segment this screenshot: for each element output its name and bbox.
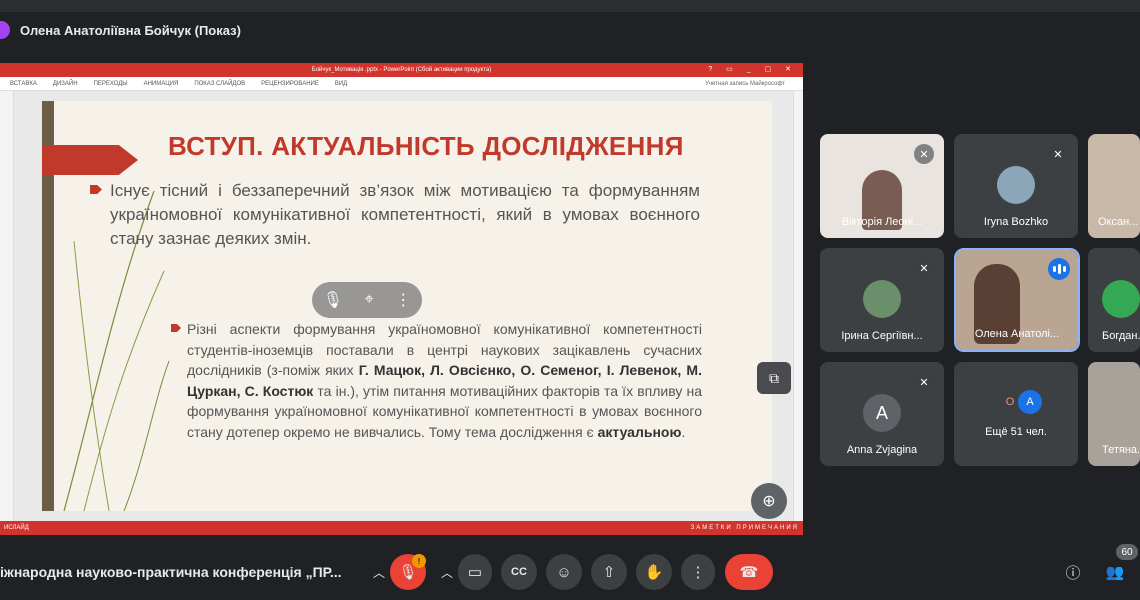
slide-paragraph: Існує тісний і беззаперечний зв’язок між… <box>90 179 700 251</box>
ppt-window-title: Бойчук_Мотивація .pptx - PowerPoint (Сбо… <box>311 67 492 73</box>
paragraph-text: Існує тісний і беззаперечний зв’язок між… <box>110 181 700 248</box>
zoom-icon: ⊕ <box>762 493 776 510</box>
meeting-title: іжнародна науково-практична конференція … <box>0 564 342 580</box>
ribbon-tab: ДИЗАЙН <box>52 80 78 87</box>
ppt-scrollbar <box>793 91 803 521</box>
people-icon: 👥 <box>1105 564 1125 581</box>
participant-tile[interactable]: ✕ A Anna Zvjagina <box>820 362 944 466</box>
ribbon-tab: РЕЦЕНЗИРОВАНИЕ <box>261 80 319 87</box>
chevron-up-icon[interactable]: ︿ <box>366 554 392 590</box>
ribbon-tab: ПОКАЗ СЛАЙДОВ <box>194 80 246 87</box>
more-participants-label: Ещё 51 чел. <box>985 426 1047 438</box>
avatar-letter: A <box>863 394 901 432</box>
emoji-icon: ☺ <box>556 563 572 581</box>
reactions-button[interactable]: ☺ <box>546 554 582 590</box>
sub-bold-end: актуальною <box>597 423 682 440</box>
presenter-bar: Олена Анатоліївна Бойчук (Показ) <box>0 13 1140 47</box>
more-vert-icon: ⋮ <box>690 564 706 581</box>
mic-off-icon[interactable]: 🎙 <box>323 290 343 310</box>
meeting-details-button[interactable]: ⓘ <box>1058 554 1088 590</box>
more-vert-icon[interactable]: ⋮ <box>395 290 411 310</box>
mic-off-icon: ✕ <box>914 372 934 392</box>
avatar-o: O <box>1005 396 1015 408</box>
presenter-tile-controls[interactable]: 🎙 ⌖ ⋮ <box>312 282 422 318</box>
avatar <box>1102 280 1140 318</box>
bullet-icon <box>171 324 181 332</box>
more-participants-tile[interactable]: O A Ещё 51 чел. <box>954 362 1078 466</box>
presenter-name: Олена Анатоліївна Бойчук (Показ) <box>20 22 241 38</box>
pin-off-icon[interactable]: ⌖ <box>365 291 374 309</box>
participant-tile[interactable]: ✕ Ірина Сергіївн... <box>820 248 944 352</box>
slide-title: ВСТУП. АКТУАЛЬНІСТЬ ДОСЛІДЖЕННЯ <box>168 131 684 161</box>
picture-in-picture-button[interactable]: ⧉ <box>757 362 791 394</box>
participant-name: Anna Zvjagina <box>846 444 918 456</box>
camera-icon: ▭ <box>467 564 483 581</box>
zoom-button[interactable]: ⊕ <box>751 483 787 519</box>
participant-name: Iryna Bozhko <box>983 216 1049 228</box>
hang-up-icon: ☎ <box>739 564 759 581</box>
sub-text-3: . <box>681 423 686 440</box>
ribbon-tab: ВСТАВКА <box>10 80 37 87</box>
ribbon-tab: ВИД <box>334 80 348 87</box>
ppt-ribbon: ВСТАВКА ДИЗАЙН ПЕРЕХОДЫ АНИМАЦИЯ ПОКАЗ С… <box>0 77 803 91</box>
participant-name: Олена Анатолі... <box>974 328 1060 340</box>
presenter-indicator <box>0 21 10 39</box>
pip-icon: ⧉ <box>769 369 779 386</box>
top-strip <box>0 0 1140 12</box>
leave-call-button[interactable]: ☎ <box>725 554 773 590</box>
title-arrow <box>42 145 138 175</box>
participant-name: Тетяна... <box>1102 444 1140 456</box>
participant-tile[interactable]: Тетяна... <box>1088 362 1140 466</box>
participant-tile[interactable]: Богдан... <box>1088 248 1140 352</box>
participant-name: Ірина Сергіївн... <box>841 330 923 342</box>
ppt-titlebar: Бойчук_Мотивація .pptx - PowerPoint (Сбо… <box>0 63 803 77</box>
people-count-badge: 60 <box>1116 544 1138 560</box>
participant-name: Оксан... <box>1098 216 1139 228</box>
ppt-account: Учетная запись Майкрософт <box>705 80 785 87</box>
mic-off-icon: ✕ <box>1048 144 1068 164</box>
avatar <box>997 166 1035 204</box>
mic-off-icon: ✕ <box>914 144 934 164</box>
avatar-letter: A <box>1018 390 1042 414</box>
present-button[interactable]: ⇧ <box>591 554 627 590</box>
ribbon-tab: ПЕРЕХОДЫ <box>93 80 128 87</box>
avatar-a: A <box>1026 396 1034 408</box>
participant-tile[interactable]: ✕ Iryna Bozhko <box>954 134 1078 238</box>
avatar <box>863 280 901 318</box>
hand-icon: ✋ <box>644 564 664 581</box>
captions-button[interactable]: CC <box>501 554 537 590</box>
ppt-thumbnails <box>0 91 14 521</box>
more-options-button[interactable]: ⋮ <box>681 554 715 590</box>
ribbon-tab: АНИМАЦИЯ <box>143 80 179 87</box>
mic-off-icon: ✕ <box>914 258 934 278</box>
status-right: ЗАМЕТКИ ПРИМЕЧАНИЯ <box>690 525 799 531</box>
captions-icon: CC <box>511 566 527 578</box>
raise-hand-button[interactable]: ✋ <box>636 554 672 590</box>
info-icon: ⓘ <box>1065 564 1081 582</box>
mic-warning-badge: ! <box>412 554 426 568</box>
camera-button[interactable]: ▭ <box>458 554 492 590</box>
speaking-indicator-icon <box>1048 258 1070 280</box>
ppt-statusbar: ИСЛАЙД ЗАМЕТКИ ПРИМЕЧАНИЯ <box>0 521 803 535</box>
participant-tile[interactable]: Оксан... <box>1088 134 1140 238</box>
slide-subparagraph: Різні аспекти формування україномовної к… <box>171 319 702 442</box>
chevron-up-icon[interactable]: ︿ <box>434 554 460 590</box>
meeting-controls-bar: іжнародна науково-практична конференція … <box>0 542 1140 600</box>
participant-name: Вікторія Леоні... <box>841 216 923 228</box>
participant-tile[interactable]: ✕ Вікторія Леоні... <box>820 134 944 238</box>
present-screen-icon: ⇧ <box>602 564 616 581</box>
participant-name: Богдан... <box>1102 330 1140 342</box>
status-left: ИСЛАЙД <box>4 525 29 531</box>
window-controls-icon: ? ▭ _ ▢ ✕ <box>708 66 797 73</box>
participant-tile-speaking[interactable]: Олена Анатолі... <box>954 248 1080 352</box>
